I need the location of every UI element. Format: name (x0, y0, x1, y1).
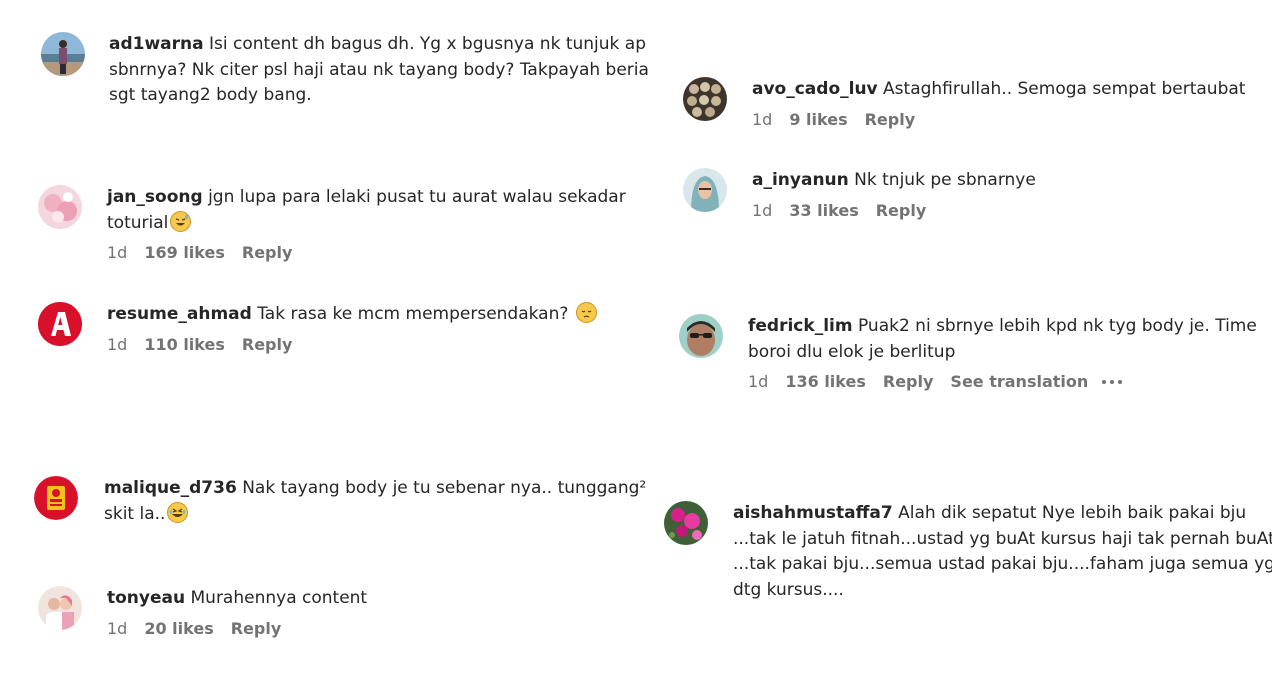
comment-line: ...tak pakai bju...semua ustad pakai bju… (733, 554, 1272, 574)
comment-line: toturial (107, 212, 169, 233)
username[interactable]: a_inyanun (752, 170, 849, 190)
avatar-aishahmustaffa7[interactable] (664, 501, 708, 545)
reply-button[interactable]: Reply (883, 372, 934, 391)
comment-meta: 1d 33 likes Reply (752, 201, 1272, 220)
avatar-a_inyanun[interactable] (683, 168, 727, 212)
username[interactable]: malique_d736 (104, 478, 237, 498)
bougainvillea-photo-icon (664, 501, 708, 545)
comment-body: avo_cado_luv Astaghfirullah.. Semoga sem… (752, 77, 1272, 129)
comment-body: aishahmustaffa7 Alah dik sepatut Nye leb… (733, 501, 1272, 603)
timestamp: 1d (107, 334, 128, 354)
pensive-emoji-icon (575, 302, 597, 323)
comment-meta: 1d 110 likes Reply (107, 335, 667, 354)
comment-text: ad1warna Isi content dh bagus dh. Yg x b… (109, 32, 669, 109)
reply-button[interactable]: Reply (865, 110, 916, 129)
comment-meta: 1d 169 likes Reply (107, 243, 667, 262)
avatar-jan_soong[interactable] (38, 185, 82, 229)
likes-count[interactable]: 33 likes (789, 201, 858, 220)
comment-line: Alah dik sepatut Nye lebih baik pakai bj… (898, 503, 1247, 523)
timestamp: 1d (752, 109, 773, 129)
couple-photo-icon (38, 586, 82, 630)
letter-a-logo-icon (38, 302, 82, 346)
comment-body: tonyeau Murahennya content 1d 20 likes R… (107, 586, 667, 638)
comment-body: a_inyanun Nk tnjuk pe sbnarnye 1d 33 lik… (752, 168, 1272, 220)
comment-line: sbnrnya? Nk citer psl haji atau nk tayan… (109, 59, 649, 80)
comment-text: jan_soong jgn lupa para lelaki pusat tu … (107, 185, 667, 236)
username[interactable]: fedrick_lim (748, 316, 853, 336)
username[interactable]: resume_ahmad (107, 304, 252, 324)
comment-line: Astaghfirullah.. Semoga sempat bertaubat (883, 79, 1246, 99)
comment-body: resume_ahmad Tak rasa ke mcm mempersenda… (107, 302, 667, 354)
username[interactable]: avo_cado_luv (752, 79, 878, 99)
avatar-fedrick_lim[interactable] (679, 314, 723, 358)
comment-text: tonyeau Murahennya content (107, 586, 667, 612)
comment-line: jgn lupa para lelaki pusat tu aurat wala… (208, 187, 626, 207)
reply-button[interactable]: Reply (231, 619, 282, 638)
likes-count[interactable]: 20 likes (144, 619, 213, 638)
likes-count[interactable]: 9 likes (789, 110, 847, 129)
avatar-ad1warna[interactable] (41, 32, 85, 76)
comment-body: fedrick_lim Puak2 ni sbrnye lebih kpd nk… (748, 314, 1272, 391)
comment-text: avo_cado_luv Astaghfirullah.. Semoga sem… (752, 77, 1272, 103)
avatar-tonyeau[interactable] (38, 586, 82, 630)
likes-count[interactable]: 136 likes (785, 372, 866, 391)
comment-body: malique_d736 Nak tayang body je tu seben… (104, 476, 664, 527)
comment-line: Tak rasa ke mcm mempersendakan? (257, 304, 569, 324)
comment-text: fedrick_lim Puak2 ni sbrnye lebih kpd nk… (748, 314, 1272, 365)
comment-line: Nk tnjuk pe sbnarnye (854, 170, 1036, 190)
comment-line: skit la.. (104, 503, 166, 524)
comment-line: Isi content dh bagus dh. Yg x bgusnya nk… (209, 34, 646, 54)
reply-button[interactable]: Reply (242, 243, 293, 262)
comment-text: aishahmustaffa7 Alah dik sepatut Nye leb… (733, 501, 1272, 603)
likes-count[interactable]: 110 likes (144, 335, 225, 354)
comment-body: jan_soong jgn lupa para lelaki pusat tu … (107, 185, 667, 262)
see-translation-button[interactable]: See translation (950, 372, 1088, 391)
username[interactable]: jan_soong (107, 187, 203, 207)
more-options-icon[interactable] (1102, 379, 1123, 384)
balls-photo-icon (683, 77, 727, 121)
comment-line: Nak tayang body je tu sebenar nya.. tung… (242, 478, 647, 498)
hijab-woman-photo-icon (683, 168, 727, 212)
red-yellow-logo-icon (34, 476, 78, 520)
comment-text: resume_ahmad Tak rasa ke mcm mempersenda… (107, 302, 667, 328)
username[interactable]: ad1warna (109, 34, 204, 54)
timestamp: 1d (107, 243, 128, 262)
reply-button[interactable]: Reply (242, 335, 293, 354)
flowers-photo-icon (38, 185, 82, 229)
comment-meta: 1d 9 likes Reply (752, 110, 1272, 129)
comment-line: ...tak le jatuh fitnah...ustad yg buAt k… (733, 528, 1272, 549)
avatar-resume_ahmad[interactable] (38, 302, 82, 346)
comment-text: a_inyanun Nk tnjuk pe sbnarnye (752, 168, 1272, 194)
comment-line: Puak2 ni sbrnye lebih kpd nk tyg body je… (857, 316, 1257, 336)
timestamp: 1d (107, 618, 128, 638)
laughing-emoji-icon (167, 501, 189, 523)
avatar-avo_cado_luv[interactable] (683, 77, 727, 121)
timestamp: 1d (752, 200, 773, 220)
comment-line: boroi dlu elok je berlitup (748, 341, 956, 362)
comment-line: dtg kursus.... (733, 579, 844, 600)
person-photo-icon (41, 32, 85, 76)
username[interactable]: tonyeau (107, 588, 185, 608)
avatar-malique_d736[interactable] (34, 476, 78, 520)
comment-line: sgt tayang2 body bang. (109, 85, 312, 105)
comment-body: ad1warna Isi content dh bagus dh. Yg x b… (109, 32, 669, 109)
likes-count[interactable]: 169 likes (144, 243, 225, 262)
sweat-smile-emoji-icon (170, 210, 192, 232)
comment-meta: 1d 136 likes Reply See translation (748, 372, 1272, 391)
comment-line: Murahennya content (190, 588, 368, 608)
reply-button[interactable]: Reply (876, 201, 927, 220)
comment-meta: 1d 20 likes Reply (107, 619, 667, 638)
man-glasses-photo-icon (679, 314, 723, 358)
comment-text: malique_d736 Nak tayang body je tu seben… (104, 476, 664, 527)
username[interactable]: aishahmustaffa7 (733, 503, 893, 523)
timestamp: 1d (748, 372, 769, 391)
